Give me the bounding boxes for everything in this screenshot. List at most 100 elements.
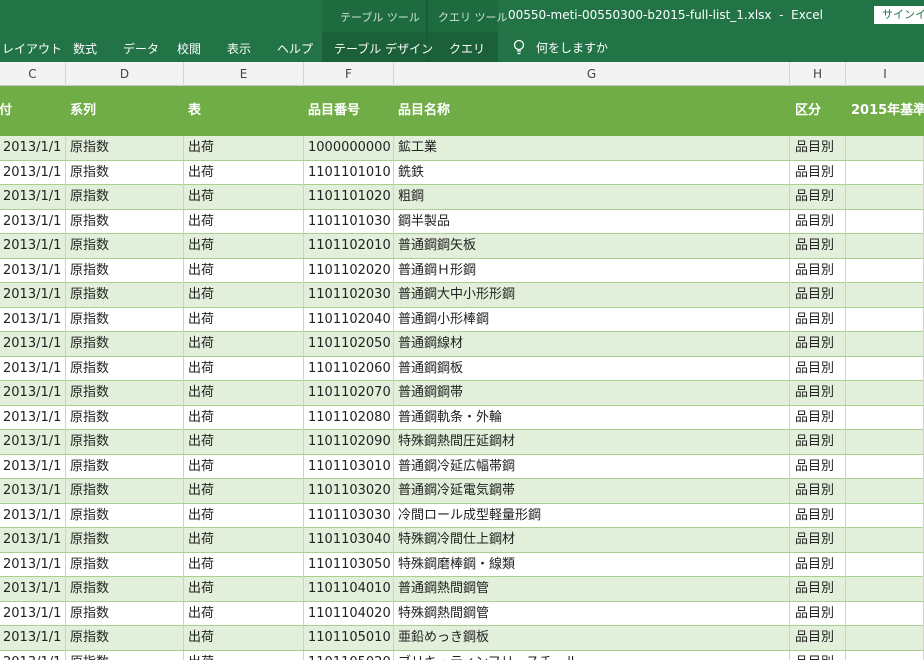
- cell-base-2015[interactable]: [842, 503, 924, 528]
- cell-series[interactable]: 原指数: [66, 185, 184, 209]
- cell-item-name[interactable]: 銑鉄: [394, 160, 790, 185]
- cell-item-number[interactable]: 1101102080: [304, 405, 394, 430]
- cell-item-name[interactable]: 普通鋼大中小形形鋼: [394, 283, 790, 307]
- cell-date[interactable]: 2013/1/1: [0, 160, 66, 185]
- cell-base-2015[interactable]: [842, 356, 924, 381]
- cell-date[interactable]: 2013/1/1: [0, 332, 66, 356]
- cell-item-number[interactable]: 1101102040: [304, 307, 394, 332]
- cell-item-name[interactable]: 特殊鋼熱間鋼管: [394, 601, 790, 626]
- cell-date[interactable]: 2013/1/1: [0, 381, 66, 405]
- cell-category[interactable]: 品目別: [791, 307, 846, 332]
- cell-item-name[interactable]: 冷間ロール成型軽量形鋼: [394, 503, 790, 528]
- tab-page-layout[interactable]: レイアウト: [2, 40, 62, 57]
- table-header-date[interactable]: 日付: [0, 86, 66, 136]
- cell-item-number[interactable]: 1101105010: [304, 626, 394, 650]
- table-header-category[interactable]: 区分: [795, 86, 846, 136]
- cell-base-2015[interactable]: [842, 601, 924, 626]
- cell-item-number[interactable]: 1101101030: [304, 209, 394, 234]
- cell-category[interactable]: 品目別: [791, 503, 846, 528]
- cell-base-2015[interactable]: [842, 283, 924, 307]
- cell-category[interactable]: 品目別: [791, 577, 846, 601]
- cell-table[interactable]: 出荷: [184, 528, 304, 552]
- cell-table[interactable]: 出荷: [184, 283, 304, 307]
- cell-table[interactable]: 出荷: [184, 356, 304, 381]
- cell-base-2015[interactable]: [842, 185, 924, 209]
- tab-formulas[interactable]: 数式: [73, 40, 97, 57]
- cell-category[interactable]: 品目別: [791, 258, 846, 283]
- column-header-h[interactable]: H: [790, 62, 846, 86]
- cell-category[interactable]: 品目別: [791, 405, 846, 430]
- cell-series[interactable]: 原指数: [66, 626, 184, 650]
- cell-base-2015[interactable]: [842, 577, 924, 601]
- cell-series[interactable]: 原指数: [66, 283, 184, 307]
- cell-category[interactable]: 品目別: [791, 209, 846, 234]
- table-header-base-2015[interactable]: 2015年基準: [851, 86, 924, 136]
- cell-date[interactable]: 2013/1/1: [0, 650, 66, 660]
- cell-date[interactable]: 2013/1/1: [0, 430, 66, 454]
- cell-item-name[interactable]: 普通鋼熱間鋼管: [394, 577, 790, 601]
- cell-item-name[interactable]: 普通鋼冷延電気鋼帯: [394, 479, 790, 503]
- cell-date[interactable]: 2013/1/1: [0, 185, 66, 209]
- tab-table-design[interactable]: テーブル デザイン: [334, 40, 433, 57]
- cell-table[interactable]: 出荷: [184, 503, 304, 528]
- cell-item-name[interactable]: ブリキ・ティンフリースチール: [394, 650, 790, 660]
- cell-table[interactable]: 出荷: [184, 307, 304, 332]
- cell-item-name[interactable]: 特殊鋼磨棒鋼・線類: [394, 552, 790, 577]
- cell-base-2015[interactable]: [842, 405, 924, 430]
- cell-table[interactable]: 出荷: [184, 136, 304, 160]
- cell-category[interactable]: 品目別: [791, 479, 846, 503]
- cell-series[interactable]: 原指数: [66, 405, 184, 430]
- cell-series[interactable]: 原指数: [66, 209, 184, 234]
- cell-series[interactable]: 原指数: [66, 503, 184, 528]
- column-header-e[interactable]: E: [184, 62, 304, 86]
- cell-category[interactable]: 品目別: [791, 283, 846, 307]
- table-header-item-name[interactable]: 品目名称: [398, 86, 790, 136]
- cell-base-2015[interactable]: [842, 258, 924, 283]
- cell-item-name[interactable]: 特殊鋼冷間仕上鋼材: [394, 528, 790, 552]
- cell-date[interactable]: 2013/1/1: [0, 234, 66, 258]
- cell-base-2015[interactable]: [842, 552, 924, 577]
- cell-series[interactable]: 原指数: [66, 528, 184, 552]
- cell-category[interactable]: 品目別: [791, 356, 846, 381]
- cell-item-number[interactable]: 1101103010: [304, 454, 394, 479]
- cell-date[interactable]: 2013/1/1: [0, 503, 66, 528]
- cell-item-number[interactable]: 1101105020: [304, 650, 394, 660]
- cell-series[interactable]: 原指数: [66, 160, 184, 185]
- cell-item-number[interactable]: 1000000000: [304, 136, 394, 160]
- cell-date[interactable]: 2013/1/1: [0, 528, 66, 552]
- cell-series[interactable]: 原指数: [66, 381, 184, 405]
- tab-data[interactable]: データ: [123, 40, 159, 57]
- cell-item-number[interactable]: 1101102050: [304, 332, 394, 356]
- cell-date[interactable]: 2013/1/1: [0, 283, 66, 307]
- cell-base-2015[interactable]: [842, 160, 924, 185]
- table-header-table[interactable]: 表: [188, 86, 304, 136]
- cell-table[interactable]: 出荷: [184, 234, 304, 258]
- cell-series[interactable]: 原指数: [66, 552, 184, 577]
- cell-table[interactable]: 出荷: [184, 601, 304, 626]
- cell-date[interactable]: 2013/1/1: [0, 136, 66, 160]
- cell-series[interactable]: 原指数: [66, 601, 184, 626]
- cell-item-number[interactable]: 1101103050: [304, 552, 394, 577]
- cell-table[interactable]: 出荷: [184, 332, 304, 356]
- cell-table[interactable]: 出荷: [184, 577, 304, 601]
- cell-item-name[interactable]: 粗鋼: [394, 185, 790, 209]
- cell-date[interactable]: 2013/1/1: [0, 307, 66, 332]
- cell-item-number[interactable]: 1101102030: [304, 283, 394, 307]
- cell-item-name[interactable]: 普通鋼鋼板: [394, 356, 790, 381]
- cell-item-number[interactable]: 1101103040: [304, 528, 394, 552]
- cell-base-2015[interactable]: [842, 528, 924, 552]
- cell-item-name[interactable]: 普通鋼軌条・外輪: [394, 405, 790, 430]
- cell-category[interactable]: 品目別: [791, 601, 846, 626]
- cell-base-2015[interactable]: [842, 136, 924, 160]
- cell-date[interactable]: 2013/1/1: [0, 356, 66, 381]
- cell-base-2015[interactable]: [842, 332, 924, 356]
- cell-series[interactable]: 原指数: [66, 136, 184, 160]
- tab-query[interactable]: クエリ: [449, 40, 485, 57]
- cell-series[interactable]: 原指数: [66, 234, 184, 258]
- cell-category[interactable]: 品目別: [791, 381, 846, 405]
- cell-series[interactable]: 原指数: [66, 258, 184, 283]
- cell-category[interactable]: 品目別: [791, 332, 846, 356]
- cell-item-number[interactable]: 1101104020: [304, 601, 394, 626]
- cell-category[interactable]: 品目別: [791, 430, 846, 454]
- column-header-i[interactable]: I: [846, 62, 924, 86]
